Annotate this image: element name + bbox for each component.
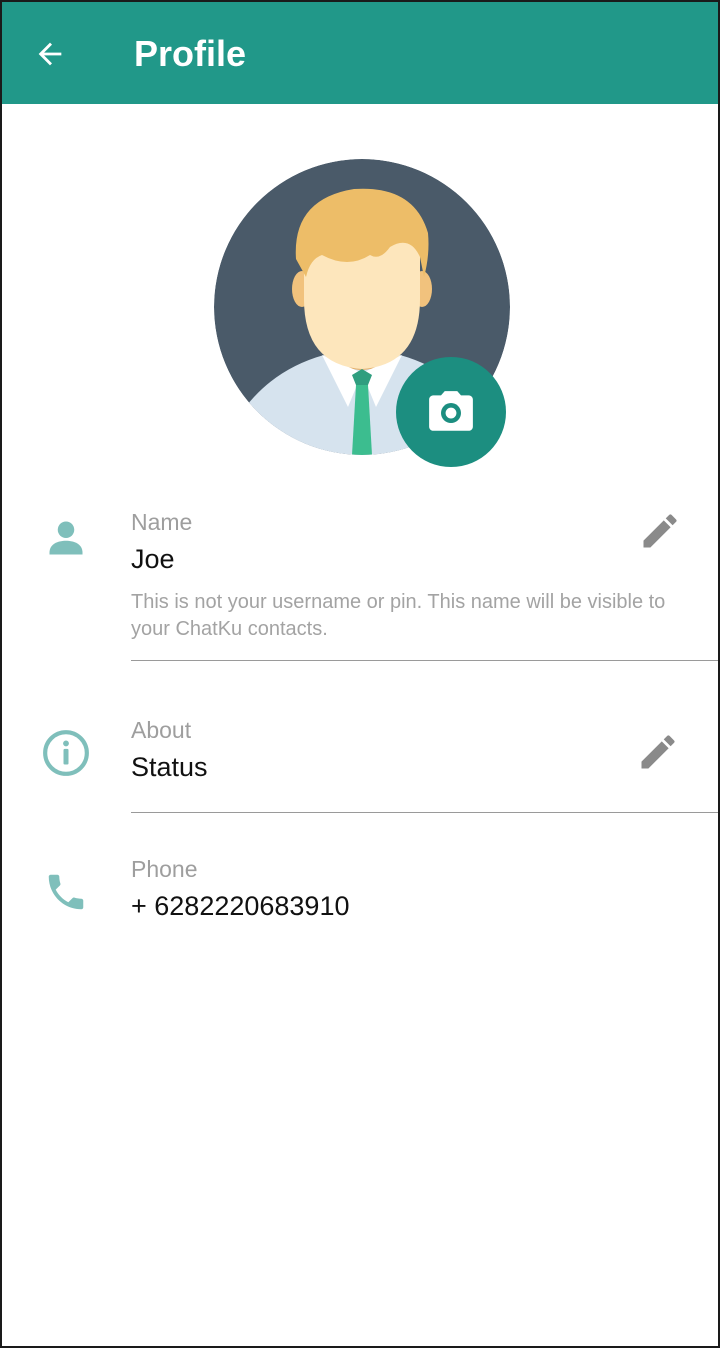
phone-value: + 6282220683910 bbox=[131, 891, 350, 921]
pencil-icon bbox=[641, 735, 675, 769]
back-button[interactable] bbox=[24, 28, 76, 80]
camera-icon bbox=[429, 391, 473, 431]
divider bbox=[131, 660, 718, 661]
phone-label: Phone bbox=[131, 856, 198, 882]
phone-icon bbox=[42, 868, 90, 916]
edit-name-button[interactable] bbox=[634, 505, 686, 557]
profile-screen: Profile Name Joe This is not your userna… bbox=[0, 0, 720, 1348]
edit-about-button[interactable] bbox=[632, 726, 684, 778]
name-hint: This is not your username or pin. This n… bbox=[131, 591, 666, 640]
arrow-left-icon bbox=[38, 42, 62, 66]
pencil-icon bbox=[643, 514, 677, 548]
page-title: Profile bbox=[134, 33, 247, 74]
app-bar: Profile bbox=[2, 2, 718, 104]
person-icon bbox=[42, 514, 90, 562]
name-label: Name bbox=[131, 509, 193, 535]
about-label: About bbox=[131, 717, 192, 743]
name-value: Joe bbox=[131, 544, 175, 574]
info-icon bbox=[40, 727, 92, 779]
change-photo-button[interactable] bbox=[396, 357, 506, 467]
about-value: Status bbox=[131, 752, 208, 782]
divider bbox=[131, 812, 718, 813]
